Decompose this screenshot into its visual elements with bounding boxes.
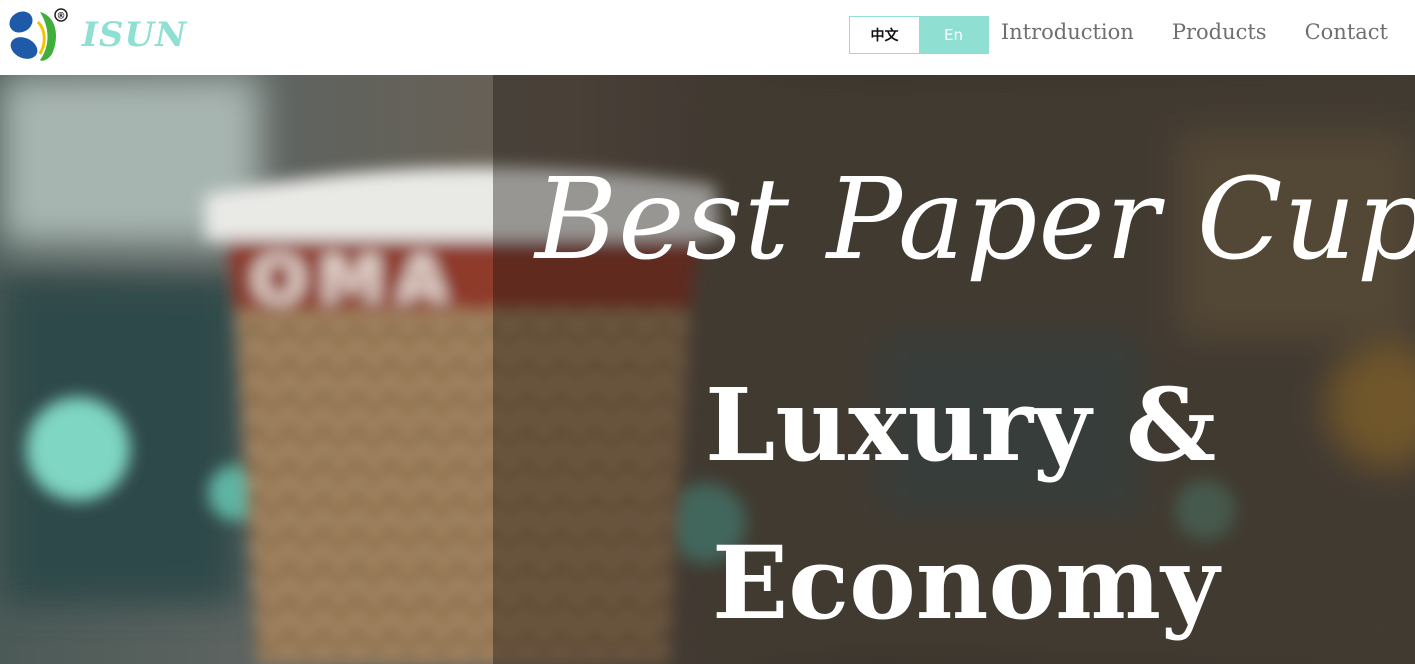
isun-logo-icon[interactable]: ®: [4, 6, 70, 64]
hero-subline-2: Economy: [712, 524, 1220, 642]
site-header: ® ISUN 中文 En Introduction Products Conta…: [0, 0, 1415, 75]
hero-banner: OMA Best Paper Cups Luxury & Economy: [0, 75, 1415, 664]
lang-chinese-button[interactable]: 中文: [850, 17, 919, 53]
brand-name[interactable]: ISUN: [82, 15, 187, 55]
nav-products[interactable]: Products: [1172, 20, 1267, 44]
nav-contact[interactable]: Contact: [1305, 20, 1388, 44]
hero-headline: Best Paper Cups: [535, 155, 1415, 285]
main-nav: Introduction Products Contact: [1001, 20, 1388, 44]
nav-introduction[interactable]: Introduction: [1001, 20, 1134, 44]
registered-mark-icon: ®: [57, 12, 66, 22]
cup-print-text: OMA: [250, 241, 458, 320]
hero-subline-1: Luxury &: [705, 366, 1217, 484]
lang-english-button[interactable]: En: [919, 17, 988, 53]
language-switch: 中文 En: [849, 16, 989, 54]
